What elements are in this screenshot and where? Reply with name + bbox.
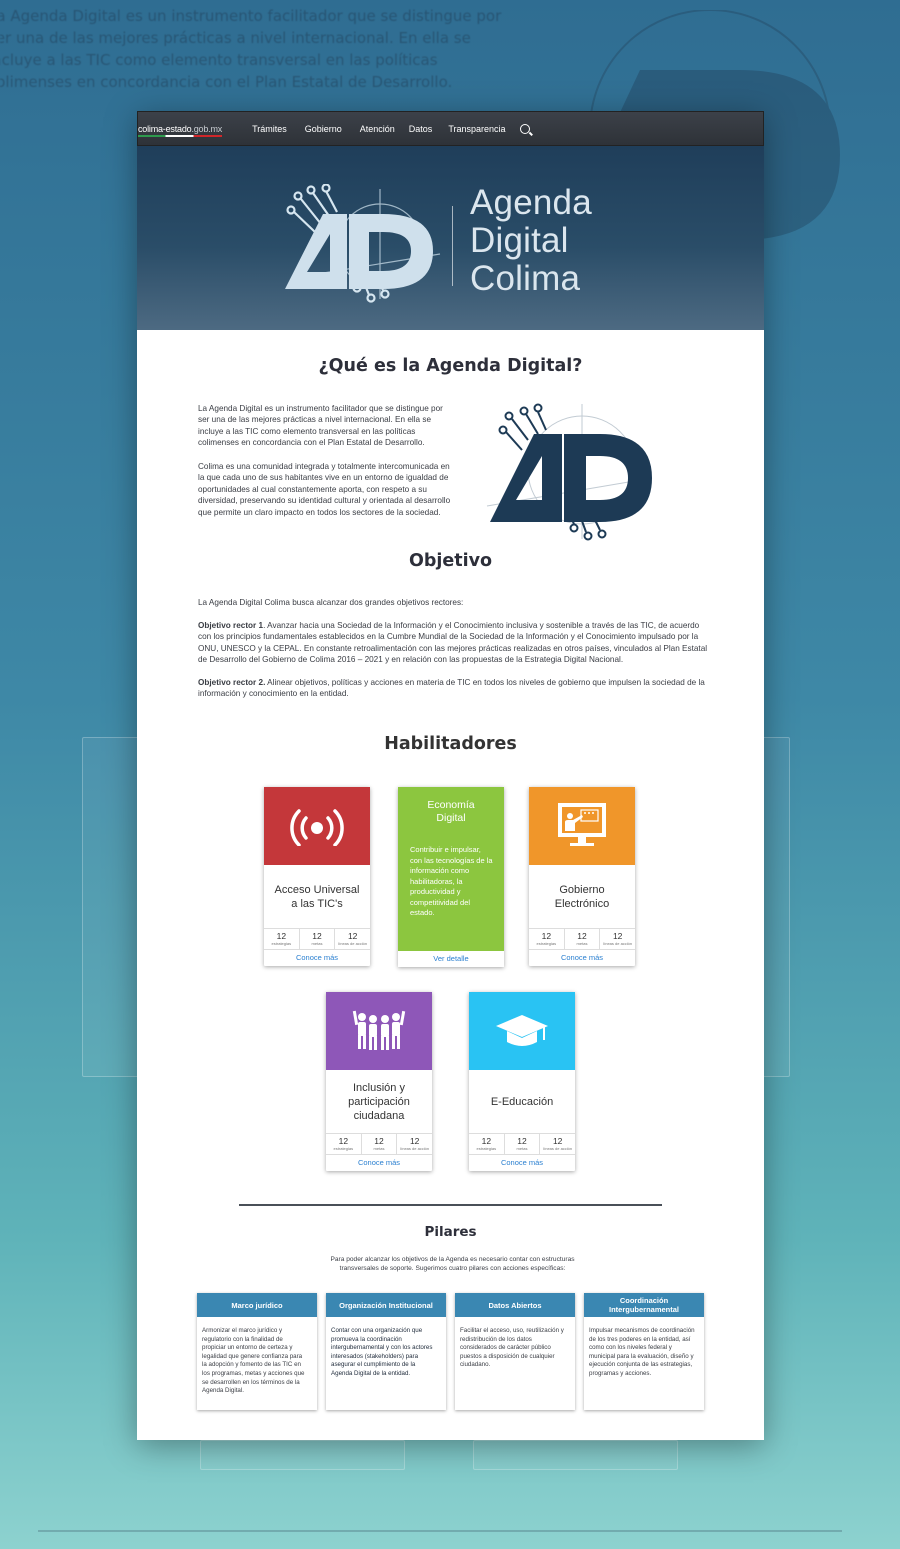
enabler-card-header [529, 787, 635, 865]
section-title-pillars: Pilares [424, 1224, 477, 1240]
brand-logo-link[interactable]: colima-estado.gob.mx [138, 124, 222, 137]
top-navbar: colima-estado.gob.mx Trámites Gobierno A… [137, 111, 764, 146]
enabler-card-title: Economía Digital [427, 799, 475, 824]
signal-broadcast-icon [290, 809, 344, 846]
nav-link-transparencia[interactable]: Transparencia [448, 124, 505, 134]
hero-title: Agenda Digital Colima [470, 183, 592, 298]
people-group-icon [352, 1010, 406, 1050]
enabler-card-header [469, 992, 575, 1070]
enabler-card-gobierno-electronico[interactable]: Gobierno Electrónico 12 estrategias 12 met… [529, 787, 635, 966]
nav-link-atencion[interactable]: Atención [360, 124, 395, 134]
section-title-objective: Objetivo [408, 551, 493, 571]
nav-link-gobierno[interactable]: Gobierno [305, 124, 342, 134]
ad-logo-dark-icon [486, 403, 653, 541]
enabler-card-title: Acceso Universal a las TIC's [274, 883, 360, 910]
presentation-screen-icon [558, 803, 606, 846]
what-paragraph-1: La Agenda Digital es un instrumento faci… [198, 404, 443, 448]
hero-separator [452, 206, 453, 286]
pillar-card-coordinacion-intergubernamental: Coordinación Intergubernamental Impulsar… [584, 1293, 704, 1410]
section-divider [239, 1204, 662, 1206]
search-icon[interactable] [519, 123, 530, 134]
objective-intro: La Agenda Digital Colima busca alcanzar … [198, 598, 464, 607]
enabler-card-stats: 12 estrategias 12 metas 12 líneas de acción [326, 1133, 432, 1155]
conoce-mas-link[interactable]: Conoce más [469, 1155, 575, 1171]
pillar-card-organizacion-institucional: Organización Institucional Contar con un… [326, 1293, 446, 1410]
enabler-card-description: Contribuir e impulsar, con las tecnologí… [410, 845, 493, 917]
site-page: colima-estado.gob.mx Trámites Gobierno A… [137, 111, 764, 1440]
pillar-card-title: Coordinación Intergubernamental [584, 1293, 704, 1317]
nav-link-tramites[interactable]: Trámites [252, 124, 287, 134]
background-card [762, 737, 790, 1077]
objective-rector-1: Objetivo rector 1. Avanzar hacia una Soc… [198, 621, 708, 665]
nav-link-datos[interactable]: Datos [409, 124, 433, 134]
enabler-card-acceso-universal[interactable]: Acceso Universal a las TIC's 12 estrategi… [264, 787, 370, 966]
enabler-card-title: Gobierno Electrónico [554, 883, 610, 910]
enabler-card-inclusion[interactable]: Inclusión y participación ciudadana 12 es… [326, 992, 432, 1171]
what-paragraph-2: Colima es una comunidad integrada y tota… [198, 462, 451, 517]
enabler-card-e-educacion[interactable]: E-Educación 12 estrategias 12 metas 12 líne… [469, 992, 575, 1171]
pillar-card-title: Datos Abiertos [455, 1293, 575, 1317]
conoce-mas-link[interactable]: Conoce más [264, 950, 370, 966]
pillar-card-text: Impulsar mecanismos de coordinación de l… [589, 1327, 695, 1377]
pillars-intro: Para poder alcanzar los objetivos de la … [330, 1256, 575, 1272]
pillar-card-text: Contar con una organización que promueva… [331, 1327, 433, 1377]
pillar-card-marco-juridico: Marco jurídico Armonizar el marco jurídi… [197, 1293, 317, 1410]
background-card [473, 1440, 678, 1470]
nav-links: Trámites Gobierno Atención Datos Transpa… [252, 124, 517, 134]
pillar-card-text: Armonizar el marco jurídico y regulatori… [202, 1327, 305, 1395]
enabler-card-title: E-Educación [490, 1095, 554, 1108]
enabler-card-header [326, 992, 432, 1070]
hero-banner: Agenda Digital Colima [137, 146, 764, 330]
pillar-card-text: Facilitar el acceso, uso, reutilización … [460, 1327, 564, 1369]
enabler-card-title: Inclusión y participación ciudadana [348, 1081, 410, 1122]
ad-logo-icon [285, 184, 441, 303]
enabler-card-stats: 12 estrategias 12 metas 12 líneas de acción [469, 1133, 575, 1155]
background-card [200, 1440, 405, 1470]
enabler-card-stats: 12 estrategias 12 metas 12 líneas de acción [529, 928, 635, 950]
conoce-mas-link[interactable]: Conoce más [326, 1155, 432, 1171]
enabler-card-economia-digital[interactable]: Economía Digital Contribuir e impulsar, … [398, 787, 504, 967]
pillar-card-datos-abiertos: Datos Abiertos Facilitar el acceso, uso,… [455, 1293, 575, 1410]
pillar-card-title: Organización Institucional [326, 1293, 446, 1317]
enabler-card-stats: 12 estrategias 12 metas 12 líneas de acción [264, 928, 370, 950]
conoce-mas-link[interactable]: Conoce más [529, 950, 635, 966]
graduation-cap-icon [496, 1015, 548, 1046]
objective-rector-2: Objetivo rector 2. Alinear objetivos, po… [198, 678, 705, 699]
pillar-card-title: Marco jurídico [197, 1293, 317, 1317]
section-title-what: ¿Qué es la Agenda Digital? [318, 356, 583, 376]
enabler-card-header [264, 787, 370, 865]
background-divider [38, 1530, 842, 1532]
ver-detalle-link[interactable]: Ver detalle [398, 951, 504, 967]
section-title-enablers: Habilitadores [384, 734, 517, 754]
